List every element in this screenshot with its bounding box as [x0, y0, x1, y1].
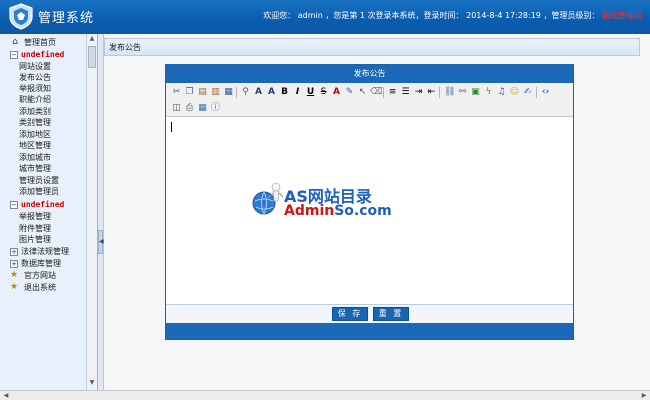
nav-db-label: 数据库管理: [21, 259, 61, 268]
table-icon[interactable]: ▦: [197, 103, 208, 114]
scroll-thumb[interactable]: [88, 46, 96, 68]
sidebar: ⌂ 管理首页 − undefined 网站设置 发布公告 举报须知 职能介绍 添…: [0, 34, 98, 390]
unlink-icon[interactable]: ⚯: [457, 87, 468, 98]
scroll-right-icon[interactable]: ▶: [639, 391, 649, 400]
sidebar-scrollbar[interactable]: ▲ ▼: [86, 34, 97, 390]
watermark: AS网站目录 AdminSo.com: [251, 177, 401, 237]
scroll-left-icon[interactable]: ◀: [1, 391, 11, 400]
horizontal-scrollbar[interactable]: ◀ ▶: [0, 390, 650, 400]
underline-icon[interactable]: U: [305, 87, 316, 98]
media-icon[interactable]: ♫: [496, 87, 507, 98]
strikethrough-icon[interactable]: S: [318, 87, 329, 98]
edit-icon[interactable]: ✍: [522, 87, 533, 98]
paste-word-icon[interactable]: ▦: [223, 87, 234, 98]
panel-title: 发布公告: [166, 65, 573, 83]
reset-button[interactable]: 重 置: [373, 307, 409, 321]
italic-icon[interactable]: I: [292, 87, 303, 98]
button-row: 保 存 重 置: [166, 305, 573, 323]
top-header: 管理系统 欢迎您： admin ，您是第 1 次登录本系统，登录时间： 2014…: [0, 0, 650, 34]
level-label: ，管理员级别：: [543, 11, 600, 20]
main-content: 发布公告 发布公告 ✂ ❐ ▤ ▥ ▦ ⚲ A A B I U S A ✎ ↖ …: [104, 34, 650, 390]
nav-item-label: 类别管理: [19, 118, 51, 127]
shield-logo-icon: [9, 3, 33, 30]
clear-format-icon[interactable]: ⌫: [370, 87, 383, 98]
globe-figure-icon: [252, 182, 284, 215]
home-icon: ⌂: [12, 37, 18, 47]
preview-icon[interactable]: ◫: [171, 103, 182, 114]
flash-icon[interactable]: ϟ: [483, 87, 494, 98]
collapse-sidebar-icon[interactable]: ◀: [98, 230, 104, 254]
folder-icon: ★: [10, 270, 19, 280]
watermark-subtitle: AdminSo.com: [284, 203, 392, 219]
text-caret: [171, 122, 172, 132]
user-name: admin: [297, 11, 323, 20]
editor-toolbar: ✂ ❐ ▤ ▥ ▦ ⚲ A A B I U S A ✎ ↖ ⌫ ≡ ☰ ⇥ ⇤ …: [166, 83, 573, 117]
font-family-icon[interactable]: A: [253, 87, 264, 98]
nav-item-label: 地区管理: [19, 141, 51, 150]
app-window: 管理系统 欢迎您： admin ，您是第 1 次登录本系统，登录时间： 2014…: [0, 0, 650, 400]
collapse-icon: −: [10, 201, 18, 209]
save-button[interactable]: 保 存: [332, 307, 368, 321]
collapse-icon: −: [10, 51, 18, 59]
nav-official-label: 官方网站: [24, 271, 56, 280]
emoticon-icon[interactable]: ☺: [509, 87, 520, 98]
font-color-icon[interactable]: A: [331, 87, 342, 98]
select-all-icon[interactable]: ↖: [357, 87, 368, 98]
panel-footer: [166, 323, 573, 339]
nav-group-1-title: undefined: [21, 50, 65, 59]
toolbar-separator: [536, 87, 537, 98]
watermark-sub-a: Admin: [284, 203, 335, 219]
expand-icon: +: [10, 260, 18, 268]
ordered-list-icon[interactable]: ☰: [400, 87, 411, 98]
copy-icon[interactable]: ❐: [184, 87, 195, 98]
app-title: 管理系统: [38, 11, 95, 26]
notice-editor-panel: 发布公告 ✂ ❐ ▤ ▥ ▦ ⚲ A A B I U S A ✎ ↖ ⌫ ≡ ☰…: [165, 64, 574, 340]
nav-law-label: 法律法规管理: [21, 247, 69, 256]
nav-group-2-title: undefined: [21, 200, 65, 209]
content-editor[interactable]: AS网站目录 AdminSo.com: [166, 117, 573, 305]
nav-item-label: 职能介绍: [19, 95, 51, 104]
nav-logout-label: 退出系统: [24, 283, 56, 292]
cut-icon[interactable]: ✂: [171, 87, 182, 98]
expand-icon: +: [10, 248, 18, 256]
font-size-icon[interactable]: A: [266, 87, 277, 98]
link-icon[interactable]: ⛓: [444, 87, 455, 98]
admin-level: 超级管理员: [602, 11, 642, 20]
folder-icon: ★: [10, 282, 19, 292]
nav-item-label: 举报管理: [19, 212, 51, 221]
highlight-icon[interactable]: ✎: [344, 87, 355, 98]
welcome-info: 欢迎您： admin ，您是第 1 次登录本系统，登录时间： 2014-8-4 …: [263, 10, 642, 21]
nav-item-label: 添加管理员: [19, 187, 59, 196]
source-icon[interactable]: ‹›: [540, 87, 551, 98]
watermark-sub-b: So.com: [334, 203, 392, 219]
nav-tree: ⌂ 管理首页 − undefined 网站设置 发布公告 举报须知 职能介绍 添…: [0, 34, 86, 390]
breadcrumb-text: 发布公告: [109, 43, 141, 52]
print-icon[interactable]: ⎙: [184, 103, 195, 114]
find-replace-icon[interactable]: ⚲: [240, 87, 251, 98]
login-time: 2014-8-4 17:28:19: [466, 11, 541, 20]
welcome-prefix: 欢迎您：: [263, 11, 296, 20]
nav-home-label: 管理首页: [24, 38, 56, 47]
paste-text-icon[interactable]: ▥: [210, 87, 221, 98]
nav-item-label: 图片管理: [19, 235, 51, 244]
outdent-icon[interactable]: ⇤: [426, 87, 437, 98]
toolbar-separator: [439, 87, 440, 98]
scroll-down-icon[interactable]: ▼: [88, 379, 96, 388]
align-left-icon[interactable]: ≡: [387, 87, 398, 98]
image-icon[interactable]: ▣: [470, 87, 481, 98]
bold-icon[interactable]: B: [279, 87, 290, 98]
about-icon[interactable]: ⓘ: [210, 103, 221, 114]
toolbar-separator: [383, 87, 384, 98]
scroll-up-icon[interactable]: ▲: [88, 35, 96, 44]
login-info: ，您是第 1 次登录本系统，登录时间：: [325, 11, 464, 20]
breadcrumb: 发布公告: [104, 38, 640, 56]
indent-icon[interactable]: ⇥: [413, 87, 424, 98]
paste-icon[interactable]: ▤: [197, 87, 208, 98]
toolbar-separator: [236, 87, 237, 98]
nav-item-label: 城市管理: [19, 164, 51, 173]
